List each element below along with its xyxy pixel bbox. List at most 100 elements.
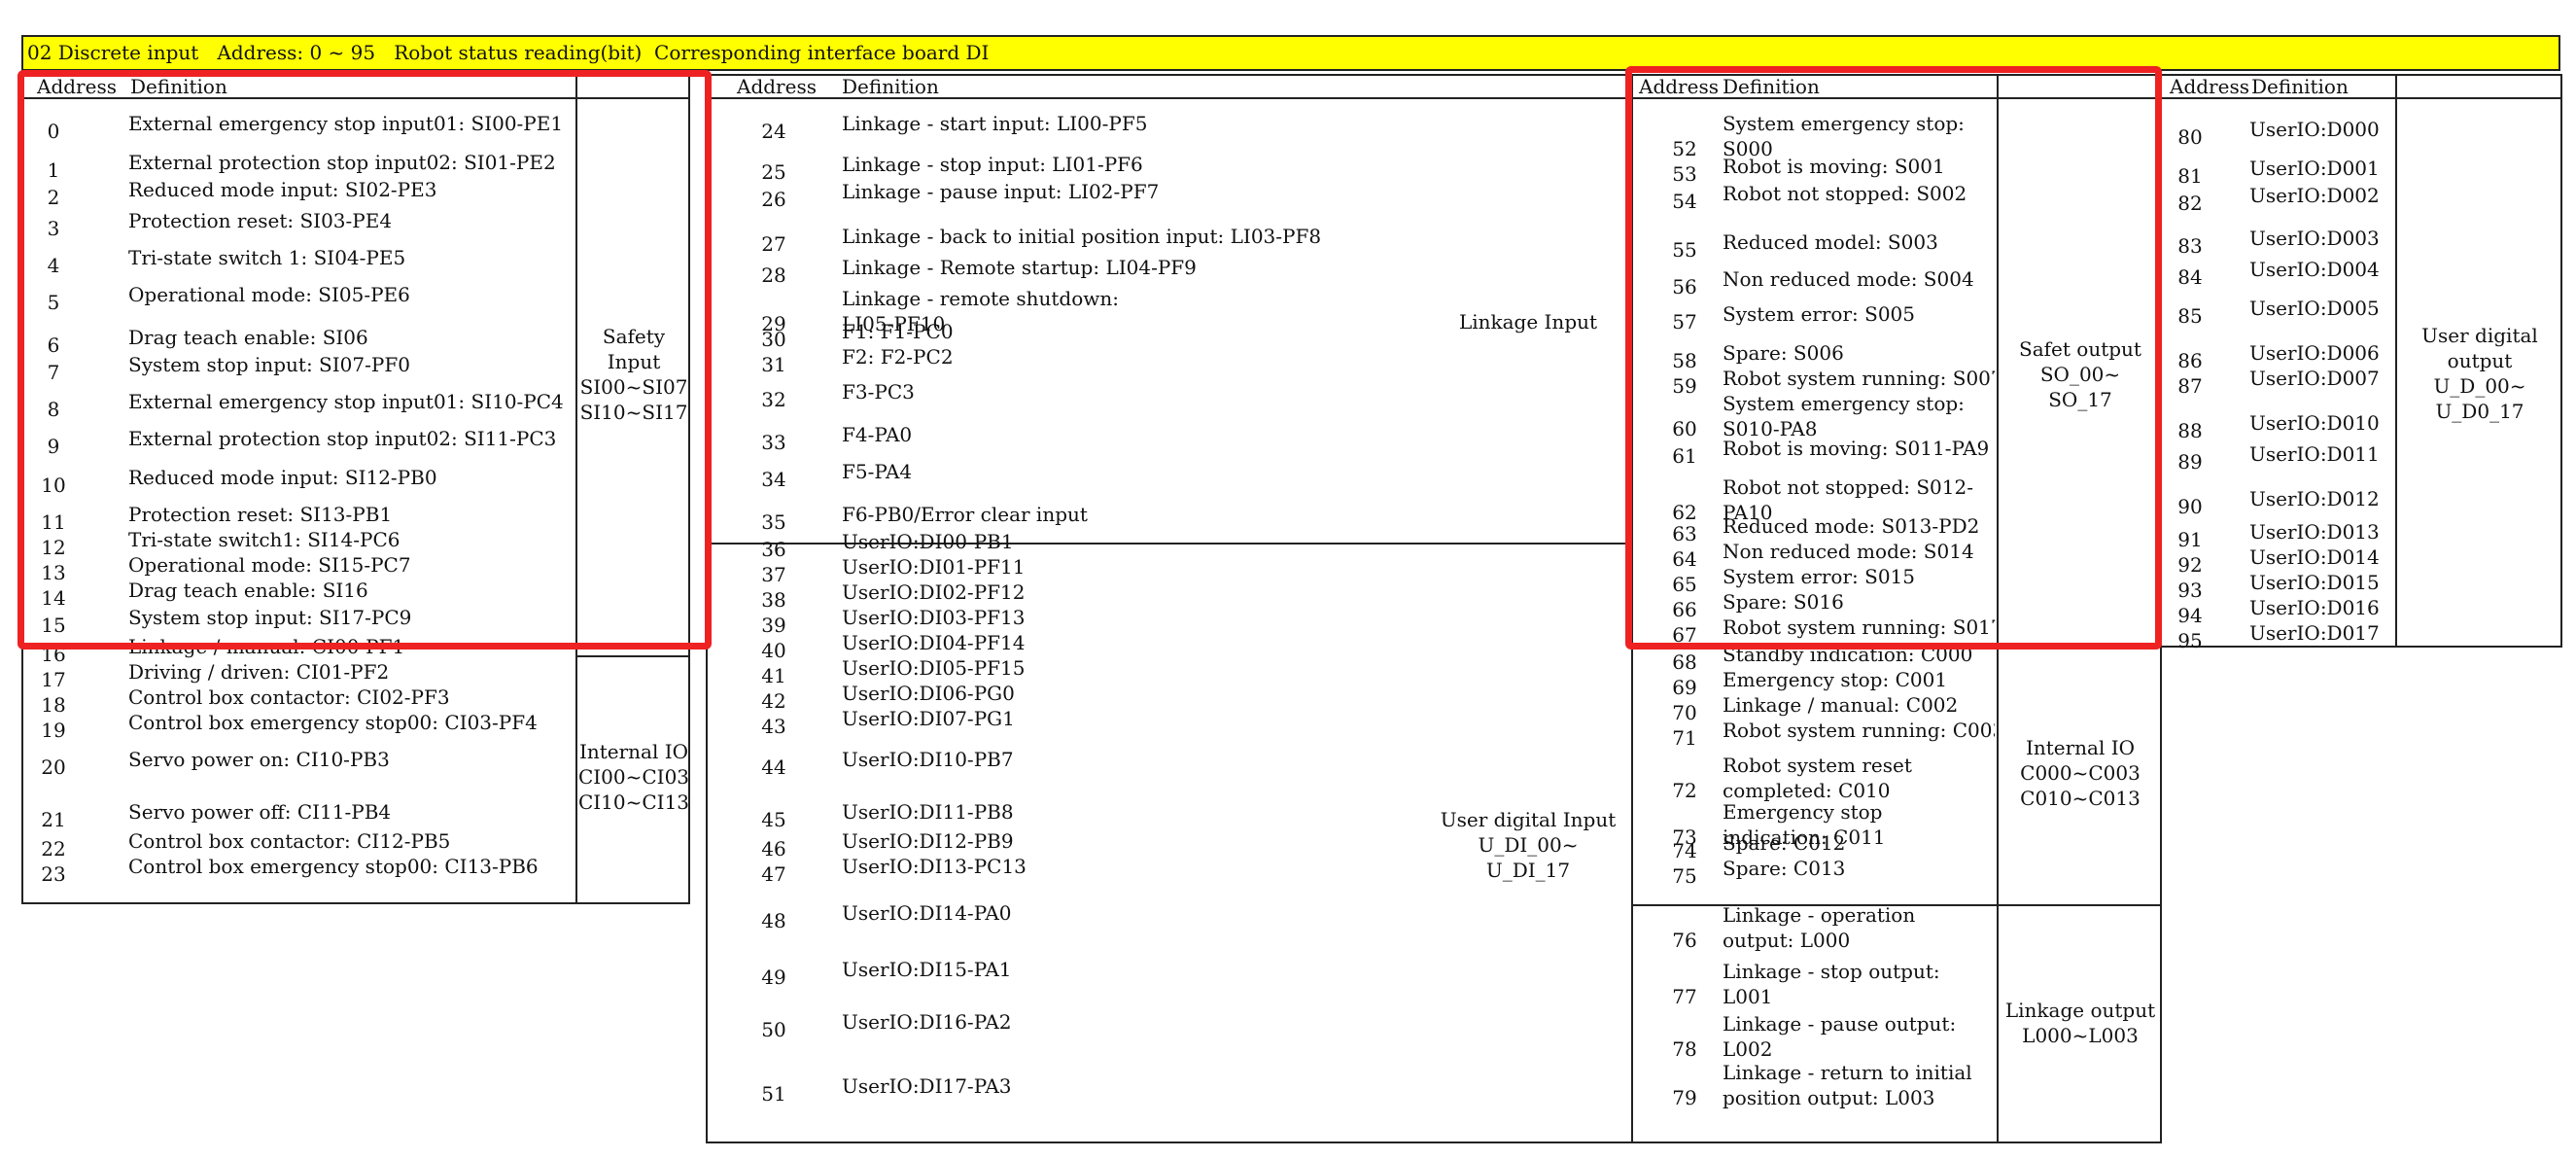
row-definition: Linkage - start input: LI00-PF5 bbox=[842, 112, 1148, 135]
row-definition: UserIO:DI00-PB1 bbox=[842, 530, 1014, 553]
table-user-digital-outputs: Address Definition 80 UserIO:D000 81 UserIO… bbox=[2160, 74, 2562, 652]
row-address: 58 bbox=[1672, 349, 1697, 372]
row-address: 9 bbox=[47, 435, 60, 458]
row-address: 70 bbox=[1672, 701, 1697, 724]
row-address: 56 bbox=[1672, 275, 1697, 299]
row-address: 2 bbox=[47, 186, 60, 209]
row-definition: Control box emergency stop00: CI03-PF4 bbox=[128, 711, 538, 734]
row-address: 76 bbox=[1672, 929, 1697, 952]
row-address: 18 bbox=[41, 693, 66, 717]
row-definition: Robot is moving: S001 bbox=[1723, 155, 1945, 178]
row-address: 53 bbox=[1672, 162, 1697, 186]
group-label: Linkage output L000~L003 bbox=[2004, 999, 2156, 1047]
row-definition: UserIO:D017 bbox=[2249, 621, 2380, 645]
row-address: 71 bbox=[1672, 726, 1697, 750]
row-definition: Servo power off: CI11-PB4 bbox=[128, 800, 392, 824]
row-address: 81 bbox=[2177, 164, 2203, 188]
row-definition: F1: F1-PC0 bbox=[842, 320, 954, 343]
row-address: 94 bbox=[2177, 604, 2203, 627]
table-header: Address Definition bbox=[2162, 76, 2560, 99]
row-address: 7 bbox=[47, 361, 60, 384]
row-definition: Standby indication: C000 bbox=[1723, 643, 1973, 666]
row-definition: Control box contactor: CI02-PF3 bbox=[128, 685, 450, 709]
row-definition: UserIO:D012 bbox=[2249, 487, 2380, 510]
header-address: Address bbox=[737, 75, 817, 98]
row-definition: F3-PC3 bbox=[842, 380, 915, 404]
row-address: 15 bbox=[41, 614, 66, 637]
row-address: 49 bbox=[761, 966, 786, 989]
row-definition: Robot system running: S007 bbox=[1723, 367, 1995, 390]
row-address: 88 bbox=[2177, 419, 2203, 442]
header-definition: Definition bbox=[2251, 75, 2349, 98]
row-address: 22 bbox=[41, 837, 66, 860]
row-address: 20 bbox=[41, 755, 66, 779]
row-address: 47 bbox=[761, 862, 786, 886]
row-definition: Protection reset: SI13-PB1 bbox=[128, 503, 393, 526]
row-address: 35 bbox=[761, 510, 786, 534]
row-address: 79 bbox=[1672, 1086, 1697, 1109]
row-address: 19 bbox=[41, 719, 66, 742]
row-address: 11 bbox=[41, 510, 66, 534]
group-label: Safet output SO_00~ SO_17 bbox=[2019, 337, 2141, 411]
row-definition: Robot not stopped: S002 bbox=[1723, 182, 1967, 205]
row-definition: UserIO:DI11-PB8 bbox=[842, 800, 1014, 824]
row-address: 40 bbox=[761, 639, 786, 662]
table-linkage-user-inputs-groupcol: Linkage Input User digital Input U_DI_00… bbox=[1425, 74, 1633, 1143]
row-definition: UserIO:D014 bbox=[2249, 545, 2380, 569]
row-address: 1 bbox=[47, 158, 60, 182]
group-label: Internal IO CI00~CI03 CI10~CI13 bbox=[577, 740, 690, 814]
row-definition: UserIO:DI13-PC13 bbox=[842, 855, 1027, 878]
table-header bbox=[1425, 76, 1631, 99]
header-address: Address bbox=[2170, 75, 2249, 98]
row-address: 32 bbox=[761, 388, 786, 411]
row-definition: UserIO:D003 bbox=[2249, 227, 2380, 250]
row-definition: UserIO:DI05-PF15 bbox=[842, 656, 1026, 680]
row-definition: External protection stop input02: SI01-P… bbox=[128, 151, 556, 174]
row-definition: Linkage / manual: CI00-PF1 bbox=[128, 635, 405, 658]
row-definition: System error: S015 bbox=[1723, 565, 1915, 588]
row-definition: Linkage / manual: C002 bbox=[1723, 693, 1959, 717]
row-definition: System emergency stop: S010-PA8 bbox=[1723, 392, 1965, 440]
row-definition: External protection stop input02: SI11-P… bbox=[128, 427, 557, 450]
row-definition: Robot system running: C003 bbox=[1723, 719, 1995, 742]
row-address: 45 bbox=[761, 808, 786, 831]
row-definition: UserIO:D002 bbox=[2249, 184, 2380, 207]
row-definition: Drag teach enable: SI16 bbox=[128, 579, 368, 602]
row-definition: UserIO:D007 bbox=[2249, 367, 2380, 390]
row-definition: Linkage - stop output: L001 bbox=[1723, 960, 1940, 1008]
row-definition: External emergency stop input01: SI00-PE… bbox=[128, 112, 564, 135]
row-address: 5 bbox=[47, 291, 60, 314]
row-address: 4 bbox=[47, 254, 60, 277]
row-address: 89 bbox=[2177, 450, 2203, 474]
row-address: 72 bbox=[1672, 779, 1697, 802]
row-address: 8 bbox=[47, 398, 60, 421]
row-address: 48 bbox=[761, 909, 786, 932]
row-definition: Reduced mode input: SI12-PB0 bbox=[128, 466, 437, 489]
row-address: 57 bbox=[1672, 310, 1697, 334]
row-definition: UserIO:D015 bbox=[2249, 571, 2380, 594]
row-definition: UserIO:DI01-PF11 bbox=[842, 555, 1026, 579]
row-definition: Spare: C013 bbox=[1723, 857, 1846, 880]
row-address: 39 bbox=[761, 614, 786, 637]
row-definition: Linkage - operation output: L000 bbox=[1723, 903, 1916, 952]
row-address: 83 bbox=[2177, 234, 2203, 258]
row-definition: Servo power on: CI10-PB3 bbox=[128, 748, 390, 771]
row-address: 63 bbox=[1672, 522, 1697, 545]
row-definition: F4-PA0 bbox=[842, 423, 913, 446]
row-definition: UserIO:DI10-PB7 bbox=[842, 748, 1014, 771]
row-definition: Robot system reset completed: C010 bbox=[1723, 754, 1912, 802]
row-definition: Linkage - back to initial position input… bbox=[842, 225, 1322, 248]
row-definition: Spare: C012 bbox=[1723, 831, 1846, 855]
row-definition: Drag teach enable: SI06 bbox=[128, 326, 368, 349]
row-address: 67 bbox=[1672, 623, 1697, 647]
row-address: 87 bbox=[2177, 374, 2203, 398]
row-definition: Linkage - stop input: LI01-PF6 bbox=[842, 153, 1143, 176]
row-definition: Operational mode: SI15-PC7 bbox=[128, 553, 411, 577]
row-address: 43 bbox=[761, 715, 786, 738]
row-address: 37 bbox=[761, 563, 786, 586]
row-address: 93 bbox=[2177, 579, 2203, 602]
row-address: 90 bbox=[2177, 495, 2203, 518]
row-definition: UserIO:D004 bbox=[2249, 258, 2380, 281]
table-header: Address Definition bbox=[708, 76, 1425, 99]
row-definition: Linkage - Remote startup: LI04-PF9 bbox=[842, 256, 1197, 279]
